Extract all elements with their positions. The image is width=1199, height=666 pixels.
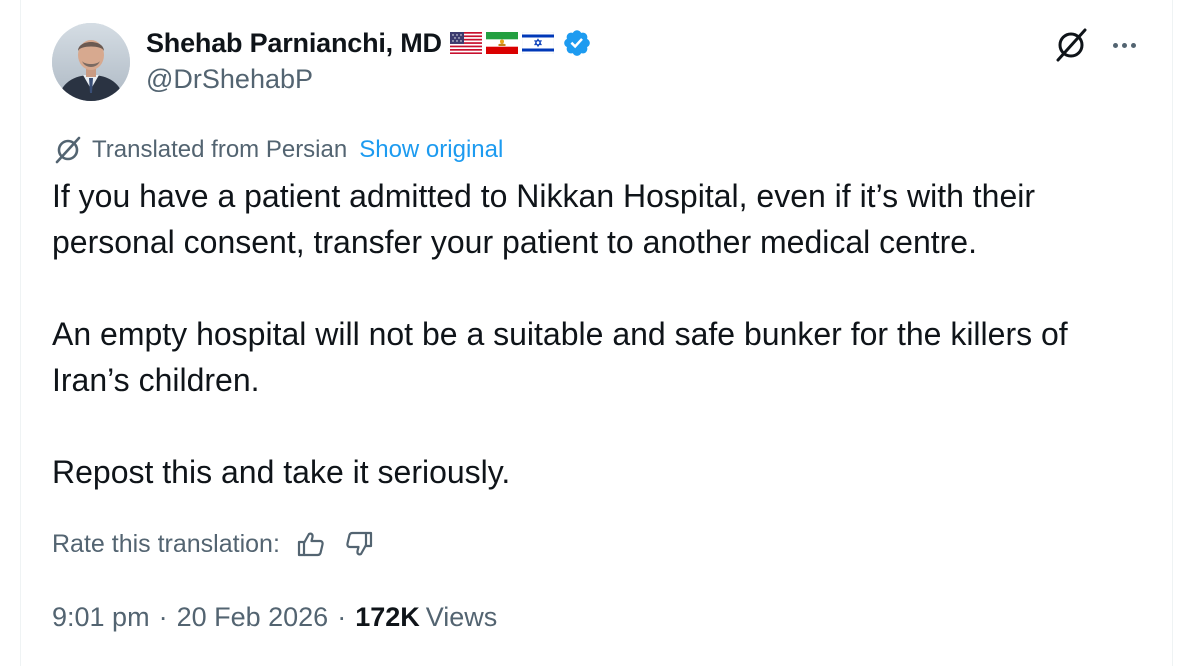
post-time[interactable]: 9:01 pm — [52, 602, 150, 633]
author-name-row: Shehab Parnianchi, MD — [146, 26, 592, 60]
rate-translation-row: Rate this translation: — [52, 526, 374, 562]
tweet-paragraph: If you have a patient admitted to Nikkan… — [52, 178, 1036, 260]
translation-notice: Translated from Persian Show original — [52, 134, 503, 166]
card-border-right — [1172, 0, 1173, 666]
grok-icon[interactable] — [1052, 26, 1090, 64]
show-original-link[interactable]: Show original — [359, 136, 503, 164]
post-date[interactable]: 20 Feb 2026 — [177, 602, 329, 633]
meta-separator: · — [158, 601, 168, 632]
more-dot — [1121, 42, 1127, 48]
rate-translation-label: Rate this translation: — [52, 529, 280, 558]
card-border-left — [20, 0, 21, 666]
us-flag-icon — [449, 32, 482, 54]
grok-translate-icon — [55, 136, 81, 164]
translation-label: Translated from Persian — [92, 136, 348, 163]
more-options-icon[interactable] — [1106, 30, 1142, 60]
verified-badge-icon[interactable] — [562, 28, 592, 58]
iran-lion-sun-flag-icon — [485, 32, 518, 54]
author-handle[interactable]: @DrShehabP — [146, 64, 313, 95]
israel-flag-icon — [521, 32, 554, 54]
author-display-name[interactable]: Shehab Parnianchi, MD — [146, 28, 442, 59]
more-dot — [1130, 42, 1136, 48]
thumbs-down-icon[interactable] — [344, 529, 374, 559]
meta-separator: · — [337, 601, 347, 632]
tweet-meta: 9:01 pm · 20 Feb 2026 · 172K Views — [52, 598, 497, 636]
tweet-card: Shehab Parnianchi, MD @DrShehabP Transla… — [0, 0, 1199, 666]
tweet-paragraph: Repost this and take it seriously. — [52, 454, 511, 490]
views-label: Views — [425, 601, 498, 632]
tweet-paragraph: An empty hospital will not be a suitable… — [52, 316, 1068, 398]
author-flags — [449, 32, 554, 54]
avatar-photo — [52, 23, 130, 101]
more-dot — [1112, 42, 1118, 48]
tweet-text: If you have a patient admitted to Nikkan… — [52, 173, 1152, 495]
avatar[interactable] — [52, 23, 130, 101]
views-count: 172K — [355, 601, 420, 632]
thumbs-up-icon[interactable] — [296, 529, 326, 559]
